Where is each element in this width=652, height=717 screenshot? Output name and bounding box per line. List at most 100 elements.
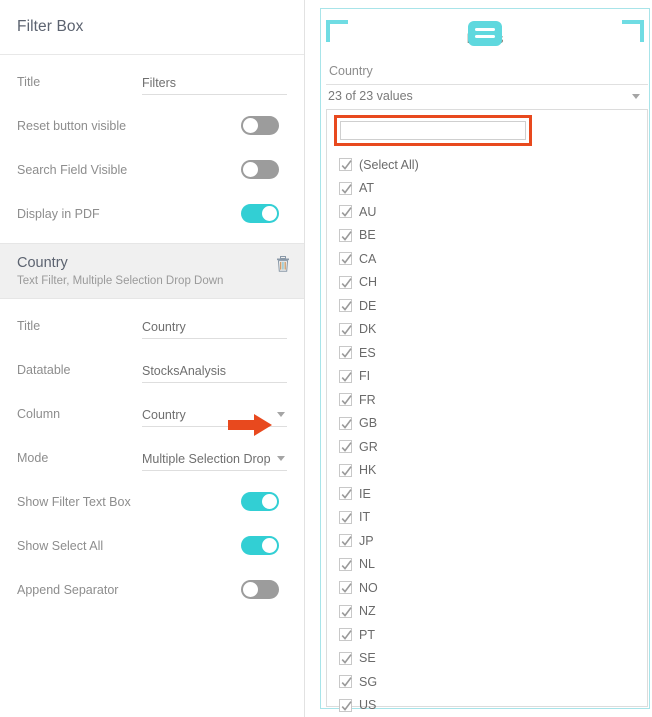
append-separator-label: Append Separator bbox=[17, 583, 142, 597]
trash-icon[interactable] bbox=[276, 256, 290, 277]
country-section-subtitle: Text Filter, Multiple Selection Drop Dow… bbox=[17, 275, 223, 287]
list-item[interactable]: SE bbox=[327, 647, 647, 671]
checkbox-checked-icon[interactable] bbox=[339, 675, 352, 688]
list-item[interactable]: NZ bbox=[327, 600, 647, 624]
chevron-down-icon[interactable] bbox=[277, 412, 285, 417]
show-filter-text-box-toggle[interactable] bbox=[241, 492, 279, 511]
country-settings-list: Title Country Datatable StocksAnalysis C… bbox=[0, 308, 304, 607]
filter-icon bbox=[468, 21, 502, 46]
list-item-label: DE bbox=[359, 299, 376, 313]
list-item[interactable]: SG bbox=[327, 670, 647, 694]
checkbox-checked-icon[interactable] bbox=[339, 605, 352, 618]
list-item[interactable]: CA bbox=[327, 247, 647, 271]
field-row-title: Title Filters bbox=[17, 64, 287, 99]
checkbox-checked-icon[interactable] bbox=[339, 511, 352, 524]
search-field-visible-toggle[interactable] bbox=[241, 160, 279, 179]
list-item-label: NZ bbox=[359, 604, 376, 618]
toggle-knob bbox=[262, 538, 277, 553]
country-section-header[interactable]: Country Text Filter, Multiple Selection … bbox=[0, 243, 304, 299]
checkbox-checked-icon[interactable] bbox=[339, 276, 352, 289]
checkbox-checked-icon[interactable] bbox=[339, 370, 352, 383]
checkbox-checked-icon[interactable] bbox=[339, 393, 352, 406]
checkbox-checked-icon[interactable] bbox=[339, 581, 352, 594]
display-in-pdf-toggle[interactable] bbox=[241, 204, 279, 223]
field-row-mode: Mode Multiple Selection Drop bbox=[17, 440, 287, 475]
checkbox-checked-icon[interactable] bbox=[339, 346, 352, 359]
list-item[interactable]: JP bbox=[327, 529, 647, 553]
list-item[interactable]: GB bbox=[327, 412, 647, 436]
datatable-input[interactable]: StocksAnalysis bbox=[142, 364, 226, 378]
checkbox-checked-icon[interactable] bbox=[339, 252, 352, 265]
show-select-all-toggle[interactable] bbox=[241, 536, 279, 555]
country-values-dropdown-value: 23 of 23 values bbox=[328, 89, 413, 103]
mode-select-wrap[interactable]: Multiple Selection Drop bbox=[142, 445, 287, 471]
list-item[interactable]: FR bbox=[327, 388, 647, 412]
list-item[interactable]: IE bbox=[327, 482, 647, 506]
list-item[interactable]: FI bbox=[327, 365, 647, 389]
list-item-label: AT bbox=[359, 181, 374, 195]
checkbox-checked-icon[interactable] bbox=[339, 652, 352, 665]
country-title-input[interactable]: Country bbox=[142, 320, 186, 334]
list-item[interactable]: AU bbox=[327, 200, 647, 224]
checkbox-checked-icon[interactable] bbox=[339, 158, 352, 171]
checkbox-checked-icon[interactable] bbox=[339, 323, 352, 336]
filter-box-widget[interactable]: Filters Country 23 of 23 values (Select … bbox=[320, 8, 650, 709]
checkbox-checked-icon[interactable] bbox=[339, 440, 352, 453]
checkbox-checked-icon[interactable] bbox=[339, 464, 352, 477]
checkbox-checked-icon[interactable] bbox=[339, 417, 352, 430]
list-item[interactable]: PT bbox=[327, 623, 647, 647]
title-input[interactable]: Filters bbox=[142, 76, 176, 90]
mode-select-value[interactable]: Multiple Selection Drop bbox=[142, 452, 271, 466]
checkbox-checked-icon[interactable] bbox=[339, 205, 352, 218]
list-item[interactable]: NL bbox=[327, 553, 647, 577]
toggle-knob bbox=[243, 118, 258, 133]
page-title: Filter Box bbox=[17, 18, 83, 36]
checkbox-checked-icon[interactable] bbox=[339, 628, 352, 641]
search-field-visible-label: Search Field Visible bbox=[17, 163, 142, 177]
list-item[interactable]: DE bbox=[327, 294, 647, 318]
datatable-label: Datatable bbox=[17, 363, 142, 377]
checkbox-checked-icon[interactable] bbox=[339, 182, 352, 195]
checkbox-checked-icon[interactable] bbox=[339, 299, 352, 312]
checkbox-checked-icon[interactable] bbox=[339, 699, 352, 712]
list-item[interactable]: IT bbox=[327, 506, 647, 530]
column-select-wrap[interactable]: Country bbox=[142, 401, 287, 427]
list-item[interactable]: HK bbox=[327, 459, 647, 483]
field-row-append-separator: Append Separator bbox=[17, 572, 287, 607]
list-item[interactable]: NO bbox=[327, 576, 647, 600]
list-item[interactable]: CH bbox=[327, 271, 647, 295]
list-item-label: NL bbox=[359, 557, 375, 571]
list-item[interactable]: DK bbox=[327, 318, 647, 342]
column-label: Column bbox=[17, 407, 142, 421]
chevron-down-icon[interactable] bbox=[277, 456, 285, 461]
checkbox-checked-icon[interactable] bbox=[339, 487, 352, 500]
list-item-label: CH bbox=[359, 275, 377, 289]
reset-button-visible-toggle[interactable] bbox=[241, 116, 279, 135]
list-item[interactable]: GR bbox=[327, 435, 647, 459]
filter-box-preview-panel: Filters Country 23 of 23 values (Select … bbox=[318, 0, 652, 717]
title-input-wrap[interactable]: Filters bbox=[142, 69, 287, 95]
checkbox-checked-icon[interactable] bbox=[339, 229, 352, 242]
list-item[interactable]: AT bbox=[327, 177, 647, 201]
country-title-label: Title bbox=[17, 319, 142, 333]
checkbox-checked-icon[interactable] bbox=[339, 534, 352, 547]
toggle-knob bbox=[262, 494, 277, 509]
country-field-label: Country bbox=[329, 64, 373, 78]
field-row-country-title: Title Country bbox=[17, 308, 287, 343]
append-separator-toggle[interactable] bbox=[241, 580, 279, 599]
toggle-knob bbox=[243, 162, 258, 177]
list-item[interactable]: ES bbox=[327, 341, 647, 365]
list-item-label: FI bbox=[359, 369, 370, 383]
list-item[interactable]: BE bbox=[327, 224, 647, 248]
chevron-down-icon[interactable] bbox=[632, 94, 640, 99]
list-item-label: SG bbox=[359, 675, 377, 689]
list-item-label: GR bbox=[359, 440, 378, 454]
country-values-dropdown[interactable]: 23 of 23 values bbox=[326, 84, 648, 107]
list-item[interactable]: US bbox=[327, 694, 647, 717]
datatable-input-wrap[interactable]: StocksAnalysis bbox=[142, 357, 287, 383]
filter-text-box-input[interactable] bbox=[340, 121, 526, 140]
checkbox-checked-icon[interactable] bbox=[339, 558, 352, 571]
country-title-input-wrap[interactable]: Country bbox=[142, 313, 287, 339]
list-item[interactable]: (Select All) bbox=[327, 153, 647, 177]
column-select-value[interactable]: Country bbox=[142, 408, 186, 422]
